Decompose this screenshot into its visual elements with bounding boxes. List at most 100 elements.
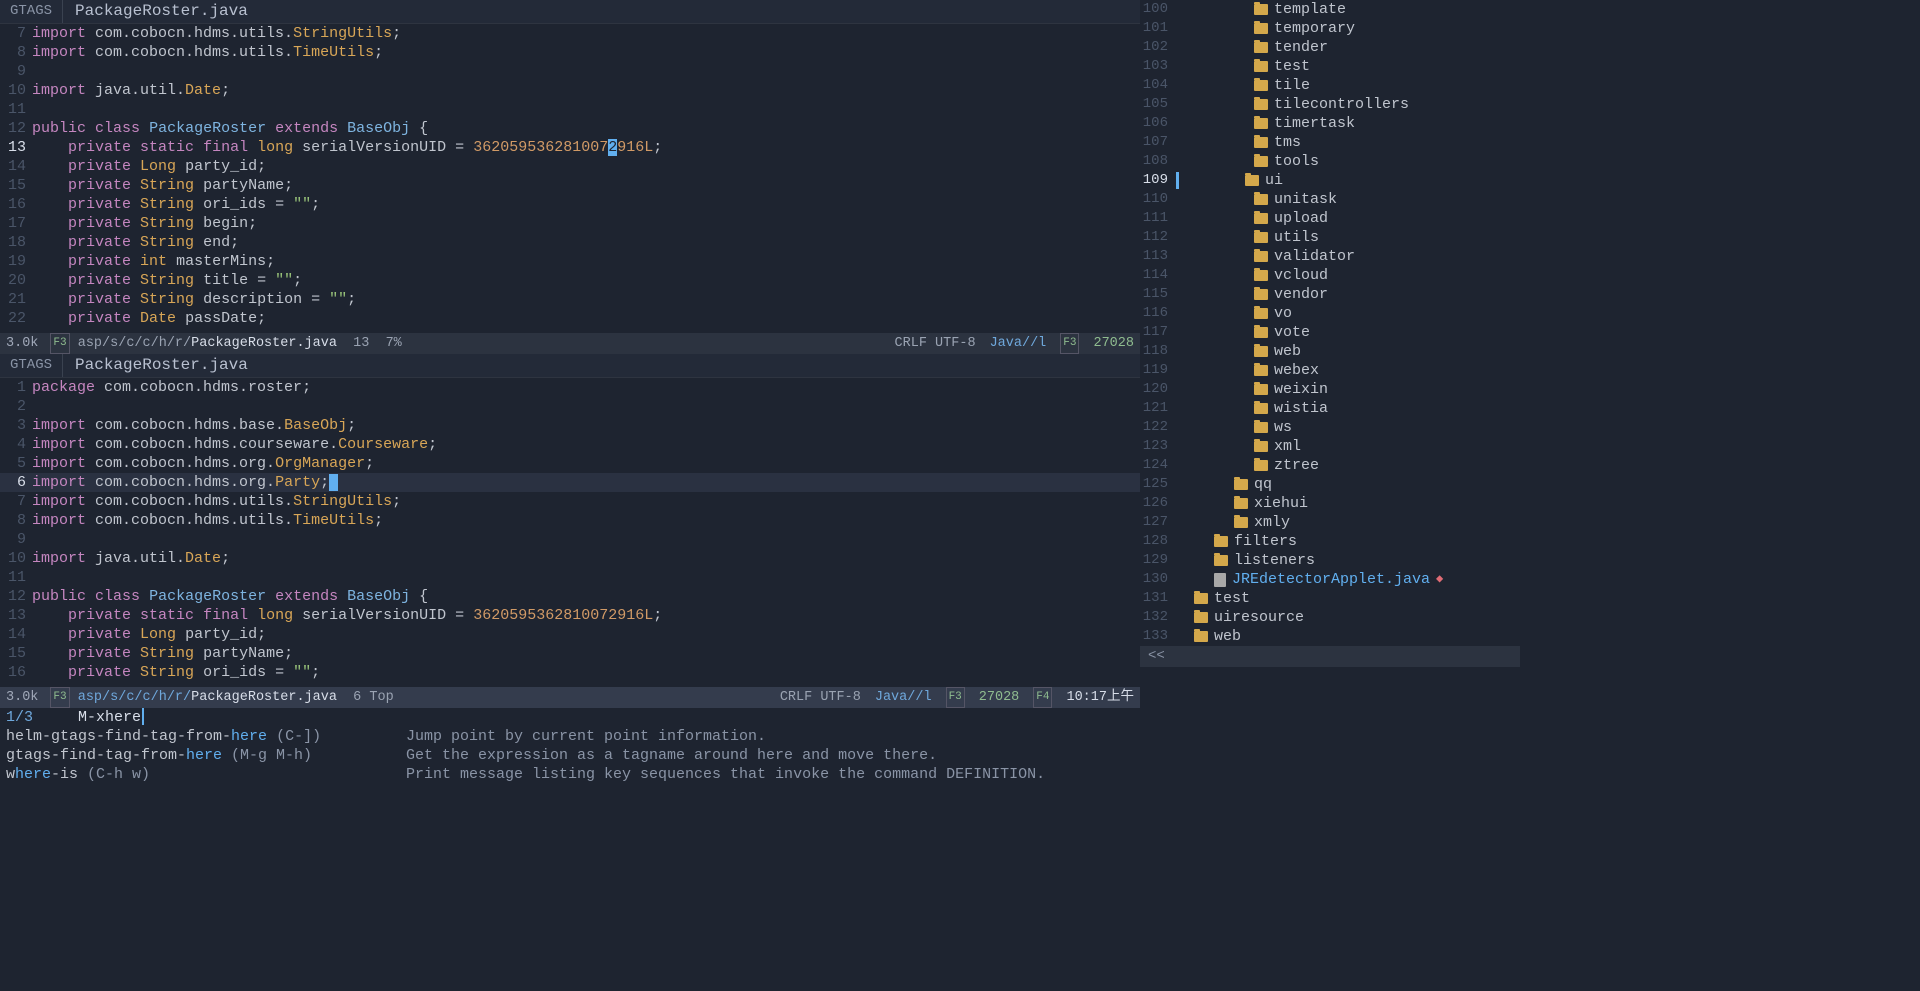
tree-folder[interactable]: 104tile [1140, 76, 1520, 95]
gtags-tab[interactable]: GTAGS [0, 0, 63, 23]
code-line[interactable]: 12public class PackageRoster extends Bas… [0, 587, 1140, 606]
folder-icon [1214, 555, 1228, 566]
code-line[interactable]: 19 private int masterMins; [0, 252, 1140, 271]
gtags-tab-2[interactable]: GTAGS [0, 354, 63, 377]
code-content: private Date passDate; [32, 309, 266, 328]
modeline-pane1: 3.0k F3 asp/s/c/c/h/r/PackageRoster.java… [0, 333, 1140, 354]
code-line[interactable]: 18 private String end; [0, 233, 1140, 252]
tree-folder[interactable]: 119webex [1140, 361, 1520, 380]
tree-folder[interactable]: 113 validator [1140, 247, 1520, 266]
tree-line-number: 107 [1140, 133, 1176, 152]
encoding-2: CRLF UTF-8 [780, 688, 861, 707]
code-line[interactable]: 22 private Date passDate; [0, 309, 1140, 328]
code-line[interactable]: 7import com.cobocn.hdms.utils.StringUtil… [0, 492, 1140, 511]
filename-tab-2[interactable]: PackageRoster.java [63, 354, 260, 377]
code-line[interactable]: 16 private String ori_ids = ""; [0, 663, 1140, 682]
minibuffer[interactable]: 1/3 M-x here helm-gtags-find-tag-from-he… [0, 708, 1140, 784]
code-line[interactable]: 9 [0, 530, 1140, 549]
tree-folder[interactable]: 124ztree [1140, 456, 1520, 475]
tree-folder[interactable]: 110unitask [1140, 190, 1520, 209]
folder-icon [1254, 42, 1268, 53]
tree-folder[interactable]: 123xml [1140, 437, 1520, 456]
tree-folder[interactable]: 129listeners [1140, 551, 1520, 570]
tree-line-number: 113 [1140, 247, 1176, 266]
folder-icon [1254, 137, 1268, 148]
code-line[interactable]: 16 private String ori_ids = ""; [0, 195, 1140, 214]
candidate-description: Jump point by current point information. [406, 727, 766, 746]
code-line[interactable]: 12public class PackageRoster extends Bas… [0, 119, 1140, 138]
tree-folder[interactable]: 112utils [1140, 228, 1520, 247]
code-line[interactable]: 14 private Long party_id; [0, 625, 1140, 644]
code-line[interactable]: 13 private static final long serialVersi… [0, 138, 1140, 157]
code-line[interactable]: 21 private String description = ""; [0, 290, 1140, 309]
tree-folder[interactable]: 109ui [1140, 171, 1520, 190]
code-line[interactable]: 9 [0, 62, 1140, 81]
code-line[interactable]: 14 private Long party_id; [0, 157, 1140, 176]
minibuffer-input[interactable]: here [105, 708, 141, 727]
code-line[interactable]: 8import com.cobocn.hdms.utils.TimeUtils; [0, 511, 1140, 530]
tree-folder[interactable]: 102tender [1140, 38, 1520, 57]
code-line[interactable]: 11 [0, 568, 1140, 587]
code-line[interactable]: 10import java.util.Date; [0, 81, 1140, 100]
code-pane-2[interactable]: 1package com.cobocn.hdms.roster;23import… [0, 378, 1140, 687]
code-line[interactable]: 2 [0, 397, 1140, 416]
tree-folder[interactable]: 103test [1140, 57, 1520, 76]
tree-folder[interactable]: 115vendor [1140, 285, 1520, 304]
tree-line-number: 128 [1140, 532, 1176, 551]
code-pane-1[interactable]: 7import com.cobocn.hdms.utils.StringUtil… [0, 24, 1140, 333]
tree-folder[interactable]: 101temporary [1140, 19, 1520, 38]
tree-folder[interactable]: 107tms [1140, 133, 1520, 152]
helm-candidate[interactable]: gtags-find-tag-from-here (M-g M-h)Get th… [0, 746, 1140, 765]
code-line[interactable]: 7import com.cobocn.hdms.utils.StringUtil… [0, 24, 1140, 43]
code-line[interactable]: 5import com.cobocn.hdms.org.OrgManager; [0, 454, 1140, 473]
file-tree-sidebar[interactable]: 100template101temporary102tender103test1… [1140, 0, 1520, 784]
tree-item-name: unitask [1274, 190, 1337, 209]
tree-folder[interactable]: 116vo [1140, 304, 1520, 323]
tree-item-name: validator [1274, 247, 1355, 266]
tree-folder[interactable]: 120weixin [1140, 380, 1520, 399]
helm-candidate[interactable]: where-is (C-h w)Print message listing ke… [0, 765, 1140, 784]
code-line[interactable]: 1package com.cobocn.hdms.roster; [0, 378, 1140, 397]
tree-folder[interactable]: 118web [1140, 342, 1520, 361]
line-number-gutter: 17 [0, 214, 32, 233]
tree-folder[interactable]: 105tilecontrollers [1140, 95, 1520, 114]
tree-folder[interactable]: 125qq [1140, 475, 1520, 494]
tree-folder[interactable]: 114vcloud [1140, 266, 1520, 285]
code-line[interactable]: 10import java.util.Date; [0, 549, 1140, 568]
code-line[interactable]: 17 private String begin; [0, 214, 1140, 233]
tree-folder[interactable]: 117vote [1140, 323, 1520, 342]
tree-folder[interactable]: 108tools [1140, 152, 1520, 171]
folder-icon [1254, 251, 1268, 262]
code-line[interactable]: 20 private String title = ""; [0, 271, 1140, 290]
tree-item-name: utils [1274, 228, 1319, 247]
tree-folder[interactable]: 100template [1140, 0, 1520, 19]
filename-tab[interactable]: PackageRoster.java [63, 0, 260, 23]
code-line[interactable]: 13 private static final long serialVersi… [0, 606, 1140, 625]
tree-folder[interactable]: 127xmly [1140, 513, 1520, 532]
tree-folder[interactable]: 133web [1140, 627, 1520, 646]
tree-folder[interactable]: 132uiresource [1140, 608, 1520, 627]
tree-item-name: filters [1234, 532, 1297, 551]
tree-folder[interactable]: 122ws [1140, 418, 1520, 437]
code-line[interactable]: 15 private String partyName; [0, 644, 1140, 663]
code-line[interactable]: 15 private String partyName; [0, 176, 1140, 195]
folder-icon [1234, 498, 1248, 509]
code-line[interactable]: 3import com.cobocn.hdms.base.BaseObj; [0, 416, 1140, 435]
tree-item-name: uiresource [1214, 608, 1304, 627]
tree-item-name: test [1274, 57, 1310, 76]
tree-item-name: webex [1274, 361, 1319, 380]
code-line[interactable]: 6import com.cobocn.hdms.org.Party; [0, 473, 1140, 492]
tree-item-name: xml [1274, 437, 1301, 456]
code-line[interactable]: 8import com.cobocn.hdms.utils.TimeUtils; [0, 43, 1140, 62]
helm-candidate[interactable]: helm-gtags-find-tag-from-here (C-])Jump … [0, 727, 1140, 746]
code-line[interactable]: 11 [0, 100, 1140, 119]
tree-folder[interactable]: 111upload [1140, 209, 1520, 228]
tree-folder[interactable]: 106timertask [1140, 114, 1520, 133]
clock: 10:17上午 [1066, 688, 1134, 707]
tree-folder[interactable]: 121wistia [1140, 399, 1520, 418]
tree-folder[interactable]: 126xiehui [1140, 494, 1520, 513]
code-line[interactable]: 4import com.cobocn.hdms.courseware.Cours… [0, 435, 1140, 454]
tree-file[interactable]: 130JREdetectorApplet.java◆ [1140, 570, 1520, 589]
tree-folder[interactable]: 128 filters [1140, 532, 1520, 551]
tree-folder[interactable]: 131test [1140, 589, 1520, 608]
